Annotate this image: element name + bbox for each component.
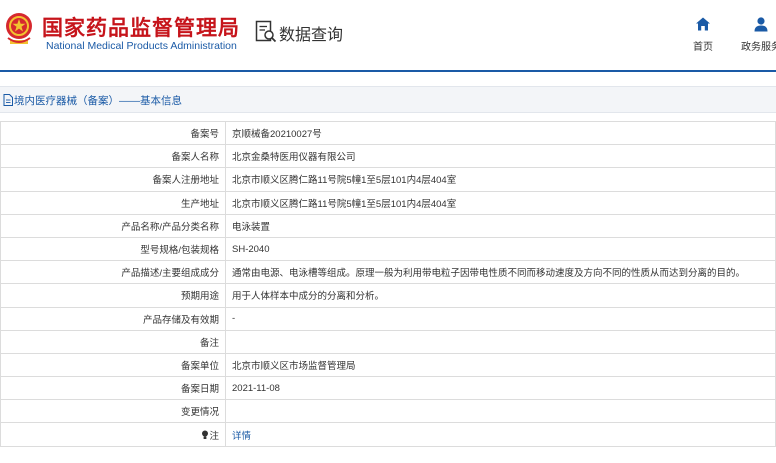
- nav-gov-services[interactable]: 政务服务: [741, 16, 776, 53]
- row-label: 预期用途: [0, 283, 226, 308]
- breadcrumb: 境内医疗器械（备案）——基本信息: [0, 86, 776, 113]
- row-value: -: [225, 306, 776, 331]
- nav-gov-label: 政务服务: [741, 42, 776, 53]
- row-label: 生产地址: [0, 190, 226, 215]
- table-row: 预期用途 用于人体样本中成分的分离和分析。: [0, 283, 776, 308]
- nav-home-label: 首页: [693, 42, 713, 53]
- header-gap: [0, 74, 776, 86]
- row-label: 备案号: [0, 120, 226, 146]
- row-label: 变更情况: [0, 399, 226, 424]
- row-value: SH-2040: [225, 236, 776, 262]
- row-value: 京顺械备20210027号: [225, 120, 776, 146]
- user-icon: [754, 17, 768, 32]
- table-row: 产品描述/主要组成成分 通常由电源、电泳槽等组成。原理一般为利用带电粒子因带电性…: [0, 260, 776, 285]
- row-value: 北京市顺义区腾仁路11号院5幢1至5层101内4层404室: [225, 167, 776, 192]
- site-title[interactable]: 国家药品监督管理局: [42, 12, 240, 42]
- table-row: 产品存储及有效期 -: [0, 306, 776, 331]
- note-label-cell: 注: [0, 422, 226, 447]
- record-detail-table: 备案号 京顺械备20210027号 备案人名称 北京金桑特医用仪器有限公司 备案…: [0, 120, 776, 447]
- row-value: 用于人体样本中成分的分离和分析。: [225, 283, 776, 308]
- table-row: 型号规格/包装规格 SH-2040: [0, 236, 776, 262]
- row-value: 电泳装置: [225, 213, 776, 238]
- row-value: 北京市顺义区市场监督管理局: [225, 352, 776, 378]
- row-label: 备案日期: [0, 376, 226, 401]
- table-row: 备案日期 2021-11-08: [0, 376, 776, 401]
- row-value: 北京金桑特医用仪器有限公司: [225, 144, 776, 169]
- table-row: 注 详情: [0, 422, 776, 447]
- row-label: 备案人注册地址: [0, 167, 226, 192]
- row-label: 备案人名称: [0, 144, 226, 169]
- table-row: 备案号 京顺械备20210027号: [0, 120, 776, 146]
- national-emblem-icon: [6, 13, 32, 44]
- row-value: 2021-11-08: [225, 376, 776, 401]
- note-label: 注: [209, 430, 219, 442]
- row-label: 备注: [0, 329, 226, 354]
- table-row: 备案人注册地址 北京市顺义区腾仁路11号院5幢1至5层101内4层404室: [0, 167, 776, 192]
- row-value: [225, 329, 776, 354]
- table-row: 产品名称/产品分类名称 电泳装置: [0, 213, 776, 238]
- row-label: 产品名称/产品分类名称: [0, 213, 226, 238]
- row-label: 产品存储及有效期: [0, 306, 226, 331]
- table-row: 变更情况: [0, 399, 776, 424]
- row-value: [225, 399, 776, 424]
- data-query-icon: [255, 20, 277, 43]
- breadcrumb-text: 境内医疗器械（备案）——基本信息: [14, 95, 182, 107]
- note-value-cell: 详情: [225, 422, 776, 447]
- document-icon: [3, 94, 13, 106]
- home-icon: [696, 17, 710, 31]
- row-value: 北京市顺义区腾仁路11号院5幢1至5层101内4层404室: [225, 190, 776, 215]
- table-row: 备案单位 北京市顺义区市场监督管理局: [0, 352, 776, 378]
- row-label: 型号规格/包装规格: [0, 236, 226, 262]
- row-label: 备案单位: [0, 352, 226, 378]
- row-value: 通常由电源、电泳槽等组成。原理一般为利用带电粒子因带电性质不同而移动速度及方向不…: [225, 260, 776, 285]
- table-row: 备案人名称 北京金桑特医用仪器有限公司: [0, 144, 776, 169]
- site-subtitle: National Medical Products Administration: [46, 40, 237, 52]
- row-label: 产品描述/主要组成成分: [0, 260, 226, 285]
- data-query-title: 数据查询: [279, 27, 344, 44]
- site-header: 国家药品监督管理局 National Medical Products Admi…: [0, 0, 776, 72]
- table-row: 生产地址 北京市顺义区腾仁路11号院5幢1至5层101内4层404室: [0, 190, 776, 215]
- detail-link[interactable]: 详情: [232, 431, 251, 442]
- table-row: 备注: [0, 329, 776, 354]
- nav-home[interactable]: 首页: [690, 16, 716, 53]
